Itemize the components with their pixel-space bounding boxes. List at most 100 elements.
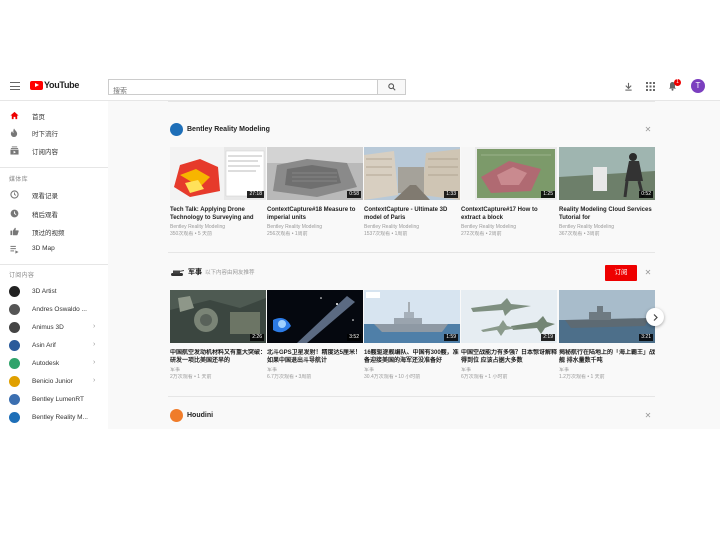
tank-icon[interactable] [170, 268, 184, 277]
sidebar-item-label: 观看记录 [32, 193, 58, 200]
video-meta: 272次观看 • 2周前 [461, 231, 502, 237]
dismiss-shelf-close-icon[interactable]: ✕ [644, 126, 652, 134]
sidebar-item-subscription[interactable]: Animus 3D › [0, 320, 108, 336]
channel-avatar [9, 412, 20, 423]
search-button[interactable] [378, 79, 406, 95]
history-icon [9, 189, 19, 199]
library-header: 媒体库 [9, 177, 28, 183]
video-thumbnail[interactable]: 1:25 [461, 147, 557, 200]
subscribe-button[interactable]: 订阅 [605, 265, 637, 281]
video-title[interactable]: 中国空战能力有多强？日本惊讶解释得到位 应该占据大多数 [461, 349, 557, 365]
video-channel[interactable]: 军事 [364, 367, 460, 374]
search-box[interactable] [108, 79, 378, 99]
sidebar-item-subscription[interactable]: Andres Oswaldo ... [0, 302, 108, 318]
video-title[interactable]: 16艘驱逐舰编队、中国有300艘，准备迎接美国的海军还没准备好 [364, 349, 460, 365]
video-thumbnail[interactable]: 2:26 [170, 290, 266, 343]
shelf-divider [168, 396, 655, 397]
video-channel[interactable]: Bentley Reality Modeling [267, 224, 363, 231]
sidebar-item-subscription[interactable]: Asin Arif › [0, 338, 108, 354]
sidebar-item-history[interactable]: 观看记录 [0, 186, 108, 202]
dismiss-shelf-close-icon[interactable]: ✕ [644, 412, 652, 420]
sidebar-item-label: 3D Artist [32, 288, 57, 295]
sidebar-item-label: 稍后观看 [32, 212, 58, 219]
video-channel[interactable]: Bentley Reality Modeling [170, 224, 266, 231]
video-card[interactable]: 3:21 揭秘航行在陆地上的「海上霸王」战舰 排水量数千吨 军事 1.2万次观看… [559, 290, 655, 381]
video-title[interactable]: ContextCapture#18 Measure to imperial un… [267, 206, 363, 222]
video-duration: 1:59 [444, 334, 458, 341]
sidebar-item-subscription[interactable]: 3D Artist [0, 284, 108, 300]
shelf-next-button[interactable] [646, 308, 664, 326]
video-channel[interactable]: Bentley Reality Modeling [364, 224, 460, 231]
shelf-title[interactable]: 军事 [188, 267, 202, 277]
sidebar-item-subscription[interactable]: Bentley LumenRT [0, 392, 108, 408]
video-meta: 256次观看 • 1周前 [267, 231, 308, 237]
sidebar-item-label: 时下流行 [32, 131, 58, 138]
menu-icon[interactable] [10, 82, 20, 90]
video-thumbnail[interactable]: 1:33 [364, 147, 460, 200]
video-title[interactable]: 北斗GPS卫星发射！精度达5厘米！如果中国退出斗导航计 [267, 349, 363, 365]
shelf-title[interactable]: Houdini [187, 412, 213, 419]
video-card[interactable]: 1:33 ContextCapture - Ultimate 3D model … [364, 147, 460, 238]
channel-avatar [9, 304, 20, 315]
video-thumbnail[interactable]: 1:59 [364, 290, 460, 343]
new-content-chevron-icon: › [93, 377, 96, 384]
sidebar-item-label: 3D Map [32, 245, 55, 252]
video-card[interactable]: 0:52 Reality Modeling Cloud Services Tut… [559, 147, 655, 238]
video-card[interactable]: 3:52 北斗GPS卫星发射！精度达5厘米！如果中国退出斗导航计 军事 6.7万… [267, 290, 363, 381]
video-duration: 1:25 [541, 191, 555, 198]
sidebar-item-label: Animus 3D [32, 324, 64, 331]
video-title[interactable]: Tech Talk: Applying Drone Technology to … [170, 206, 266, 222]
sidebar-item-label: Bentley Reality M... [32, 414, 88, 421]
video-thumbnail[interactable]: 0:52 [559, 147, 655, 200]
dismiss-shelf-close-icon[interactable]: ✕ [644, 269, 652, 277]
new-content-chevron-icon: › [93, 323, 96, 330]
apps-grid-icon[interactable] [645, 81, 655, 91]
channel-avatar[interactable] [170, 409, 183, 422]
video-channel[interactable]: Bentley Reality Modeling [461, 224, 557, 231]
video-thumbnail[interactable]: 2:19 [461, 290, 557, 343]
youtube-logo[interactable]: YouTube [30, 80, 79, 90]
upload-icon[interactable] [623, 81, 633, 91]
channel-avatar [9, 322, 20, 333]
sidebar-item-playlist[interactable]: 3D Map [0, 241, 108, 257]
video-title[interactable]: ContextCapture - Ultimate 3D model of Pa… [364, 206, 460, 222]
sidebar-item-subscriptions[interactable]: 订阅内容 [0, 142, 108, 158]
video-card[interactable]: 1:59 16艘驱逐舰编队、中国有300艘，准备迎接美国的海军还没准备好 军事 … [364, 290, 460, 381]
user-avatar[interactable]: T [691, 79, 705, 93]
youtube-play-icon [30, 80, 43, 90]
video-channel[interactable]: 军事 [461, 367, 557, 374]
video-thumbnail[interactable]: 3:52 [267, 290, 363, 343]
video-channel[interactable]: 军事 [170, 367, 266, 374]
shelf-title[interactable]: Bentley Reality Modeling [187, 126, 270, 133]
video-thumbnail[interactable]: 3:21 [559, 290, 655, 343]
video-card[interactable]: 2:19 中国空战能力有多强？日本惊讶解释得到位 应该占据大多数 军事 6万次观… [461, 290, 557, 381]
video-duration: 2:19 [541, 334, 555, 341]
video-card[interactable]: 2:26 中国航空发动机材料又有重大突破：研发一项比美国还早的 军事 2万次观看… [170, 290, 266, 381]
sidebar-item-home[interactable]: 首页 [0, 107, 108, 123]
video-channel[interactable]: 军事 [267, 367, 363, 374]
video-thumbnail[interactable]: 27:18 [170, 147, 266, 200]
video-channel[interactable]: 军事 [559, 367, 655, 374]
new-content-chevron-icon: › [93, 359, 96, 366]
video-thumbnail[interactable]: 0:58 [267, 147, 363, 200]
video-card[interactable]: 27:18 Tech Talk: Applying Drone Technolo… [170, 147, 266, 238]
video-card[interactable]: 1:25 ContextCapture#17 How to extract a … [461, 147, 557, 238]
home-icon [9, 110, 19, 120]
search-input[interactable] [109, 84, 377, 99]
sidebar-item-trending[interactable]: 时下流行 [0, 124, 108, 140]
video-duration: 1:33 [444, 191, 458, 198]
channel-avatar [9, 340, 20, 351]
sidebar-item-watch-later[interactable]: 稍后观看 [0, 205, 108, 221]
video-title[interactable]: ContextCapture#17 How to extract a block [461, 206, 557, 222]
video-title[interactable]: 中国航空发动机材料又有重大突破：研发一项比美国还早的 [170, 349, 266, 365]
sidebar-item-liked[interactable]: 顶过的视频 [0, 223, 108, 239]
sidebar-item-subscription[interactable]: Bentley Reality M... [0, 410, 108, 426]
subscriptions-header: 订阅内容 [9, 273, 35, 279]
sidebar-item-subscription[interactable]: Benicio Junior › [0, 374, 108, 390]
video-title[interactable]: Reality Modeling Cloud Services Tutorial… [559, 206, 655, 222]
video-title[interactable]: 揭秘航行在陆地上的「海上霸王」战舰 排水量数千吨 [559, 349, 655, 365]
video-card[interactable]: 0:58 ContextCapture#18 Measure to imperi… [267, 147, 363, 238]
video-channel[interactable]: Bentley Reality Modeling [559, 224, 655, 231]
sidebar-item-subscription[interactable]: Autodesk › [0, 356, 108, 372]
channel-avatar[interactable] [170, 123, 183, 136]
